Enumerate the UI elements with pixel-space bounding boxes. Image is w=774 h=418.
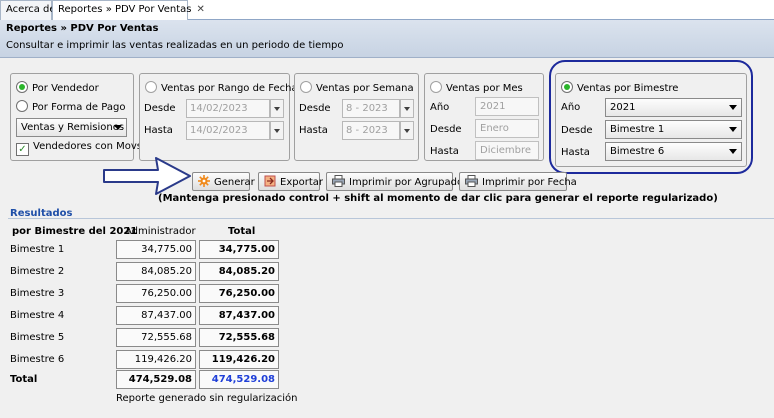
group-mes: Ventas por Mes Año 2021 Desde Enero Hast… — [424, 73, 544, 161]
column-header-period: por Bimestre del 2021 — [12, 226, 138, 237]
option-mes[interactable]: Ventas por Mes — [430, 81, 523, 94]
regularizado-note: (Mantenga presionado control + shift al … — [158, 193, 718, 204]
fecha-desde-dropdown[interactable] — [270, 99, 284, 118]
admin-cell: 34,775.00 — [116, 240, 196, 259]
generar-button[interactable]: Generar — [192, 172, 255, 191]
mes-hasta-select[interactable]: Diciembre — [475, 141, 539, 160]
column-header-total: Total — [228, 226, 256, 237]
radio-icon — [300, 81, 312, 93]
semana-desde-field[interactable]: 8 - 2023 — [342, 99, 400, 118]
select-value: Enero — [480, 123, 509, 134]
mes-desde-select[interactable]: Enero — [475, 119, 539, 138]
tab-label: Acerca de — [6, 4, 56, 15]
group-semana: Ventas por Semana Desde 8 - 2023 Hasta 8… — [294, 73, 419, 161]
admin-cell: 84,085.20 — [116, 262, 196, 281]
row-label: Bimestre 4 — [10, 310, 65, 321]
semana-desde-dropdown[interactable] — [400, 99, 414, 118]
button-label: Exportar — [280, 177, 323, 188]
mes-anio-select[interactable]: 2021 — [475, 97, 539, 116]
page-header: Reportes » PDV Por Ventas Consultar e im… — [0, 20, 774, 58]
admin-cell: 76,250.00 — [116, 284, 196, 303]
semana-hasta-dropdown[interactable] — [400, 121, 414, 140]
divider — [8, 218, 774, 219]
tab-label: Reportes » PDV Por Ventas — [58, 4, 192, 15]
arrow-pointer-icon — [103, 157, 191, 195]
admin-cell: 72,555.68 — [116, 328, 196, 347]
row-label: Bimestre 3 — [10, 288, 65, 299]
checkbox-label: Vendedores con Movs — [33, 141, 142, 152]
total-cell: 87,437.00 — [199, 306, 279, 325]
row-label: Bimestre 2 — [10, 266, 65, 277]
column-header-admin: Administrador — [125, 226, 196, 237]
select-value: Ventas y Remisiones — [21, 122, 125, 133]
export-icon — [264, 175, 276, 190]
radio-icon — [16, 100, 28, 112]
report-footer: Reporte generado sin regularización — [116, 393, 298, 404]
fecha-hasta-dropdown[interactable] — [270, 121, 284, 140]
total-admin-cell: 474,529.08 — [116, 370, 196, 389]
chevron-down-icon — [274, 107, 280, 111]
option-label: Por Forma de Pago — [32, 102, 126, 113]
printer-icon — [465, 175, 478, 190]
desde-label: Desde — [144, 103, 176, 114]
gear-icon — [198, 175, 210, 190]
desde-label: Desde — [430, 124, 462, 135]
highlight-oval — [549, 60, 753, 174]
imprimir-agrupador-button[interactable]: Imprimir por Agrupador — [326, 172, 467, 191]
fecha-hasta-field[interactable]: 14/02/2023 — [186, 121, 270, 140]
total-total-cell: 474,529.08 — [199, 370, 279, 389]
total-cell: 119,426.20 — [199, 350, 279, 369]
option-por-forma-pago[interactable]: Por Forma de Pago — [16, 100, 125, 113]
option-label: Ventas por Rango de Fechas — [161, 83, 303, 94]
row-label: Bimestre 1 — [10, 244, 65, 255]
admin-cell: 87,437.00 — [116, 306, 196, 325]
imprimir-fecha-button[interactable]: Imprimir por Fecha — [459, 172, 577, 191]
radio-selected-icon — [16, 81, 28, 93]
button-label: Imprimir por Agrupador — [349, 177, 468, 188]
button-label: Imprimir por Fecha — [482, 177, 577, 188]
printer-icon — [332, 175, 345, 190]
row-label: Bimestre 6 — [10, 354, 65, 365]
tab-reportes-pdv[interactable]: Reportes » PDV Por Ventas ✕ — [52, 0, 205, 21]
option-label: Ventas por Semana — [316, 83, 414, 94]
page-subtitle: Consultar e imprimir las ventas realizad… — [6, 40, 344, 51]
anio-label: Año — [430, 102, 450, 113]
button-label: Generar — [214, 177, 255, 188]
semana-hasta-field[interactable]: 8 - 2023 — [342, 121, 400, 140]
total-cell: 72,555.68 — [199, 328, 279, 347]
total-label: Total — [10, 374, 38, 385]
exportar-button[interactable]: Exportar — [258, 172, 323, 191]
select-value: Diciembre — [480, 145, 532, 156]
admin-cell: 119,426.20 — [116, 350, 196, 369]
chevron-down-icon — [404, 107, 410, 111]
fecha-desde-field[interactable]: 14/02/2023 — [186, 99, 270, 118]
radio-icon — [430, 81, 442, 93]
close-icon[interactable]: ✕ — [196, 4, 204, 15]
chevron-down-icon — [404, 129, 410, 133]
chevron-down-icon — [114, 125, 122, 130]
total-cell: 84,085.20 — [199, 262, 279, 281]
group-vendedor: Por Vendedor Por Forma de Pago Ventas y … — [10, 73, 142, 161]
tab-acerca-de[interactable]: Acerca de — [0, 0, 56, 20]
radio-icon — [145, 81, 157, 93]
ventas-type-select[interactable]: Ventas y Remisiones — [16, 118, 127, 137]
hasta-label: Hasta — [144, 125, 173, 136]
chevron-down-icon — [274, 129, 280, 133]
row-label: Bimestre 5 — [10, 332, 65, 343]
select-value: 2021 — [480, 101, 506, 112]
desde-label: Desde — [299, 103, 331, 114]
total-cell: 34,775.00 — [199, 240, 279, 259]
option-rango-fechas[interactable]: Ventas por Rango de Fechas — [145, 81, 303, 94]
option-por-vendedor[interactable]: Por Vendedor — [16, 81, 99, 94]
hasta-label: Hasta — [430, 146, 459, 157]
total-cell: 76,250.00 — [199, 284, 279, 303]
option-semana[interactable]: Ventas por Semana — [300, 81, 414, 94]
option-label: Por Vendedor — [32, 83, 99, 94]
checkmark-icon: ✓ — [16, 143, 29, 156]
page-title: Reportes » PDV Por Ventas — [6, 23, 159, 34]
option-label: Ventas por Mes — [446, 83, 523, 94]
hasta-label: Hasta — [299, 125, 328, 136]
group-rango-fechas: Ventas por Rango de Fechas Desde 14/02/2… — [139, 73, 303, 161]
